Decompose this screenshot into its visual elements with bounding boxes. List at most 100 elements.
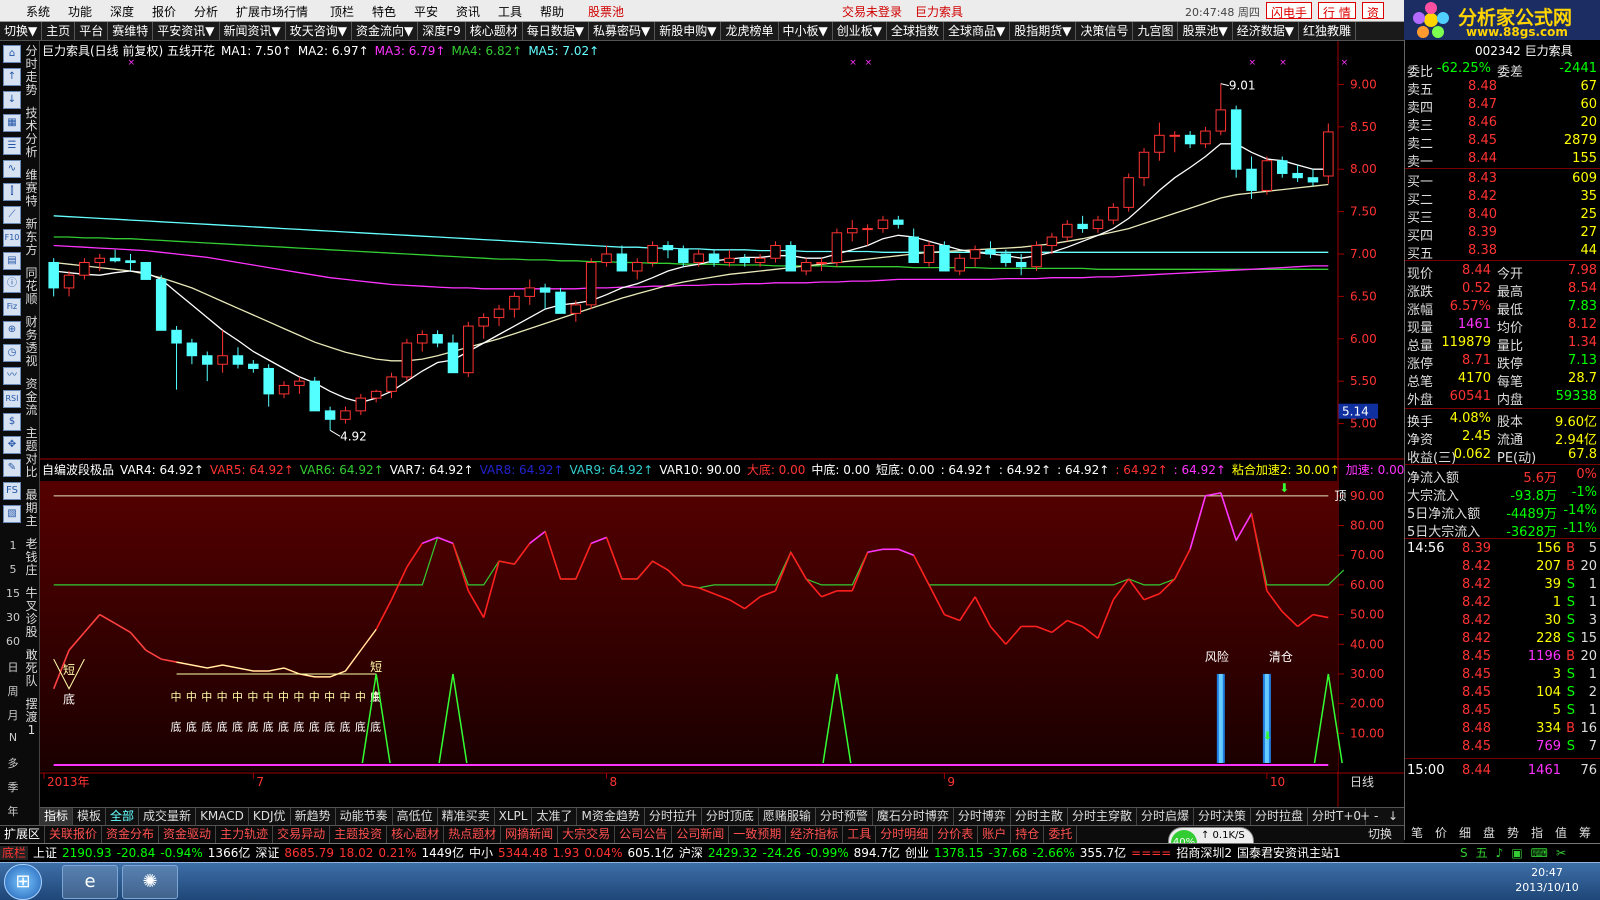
- extension-tab-5[interactable]: 交易异动: [273, 826, 331, 843]
- extension-tab-7[interactable]: 核心题材: [387, 826, 445, 843]
- menu-item-2[interactable]: 深度: [110, 3, 134, 20]
- indicator-tab-22[interactable]: 分时决策: [1194, 808, 1251, 825]
- top-button-0[interactable]: 闪电手: [1266, 2, 1313, 20]
- indicator-tab-10[interactable]: XLPL: [495, 808, 533, 825]
- table-icon[interactable]: ▤: [3, 252, 21, 270]
- rsi-icon[interactable]: RSI: [3, 390, 21, 408]
- candle[interactable]: [939, 241, 950, 272]
- move-icon[interactable]: ✥: [3, 436, 21, 454]
- extension-tab-14[interactable]: 经济指标: [786, 826, 844, 843]
- indicator-tab-9[interactable]: 精准买卖: [438, 808, 495, 825]
- quote-bottom-tab-0[interactable]: 笔: [1411, 824, 1423, 841]
- menu-item-6[interactable]: 顶栏: [330, 3, 354, 20]
- indicator-tab-17[interactable]: 魔石分时博弈: [873, 808, 954, 825]
- login-status[interactable]: 交易未登录: [842, 3, 902, 20]
- extension-tab-4[interactable]: 主力轨迹: [216, 826, 274, 843]
- indicator-tab-20[interactable]: 分时主穿散: [1068, 808, 1137, 825]
- menu-item-0[interactable]: 系统: [26, 3, 50, 20]
- sidebar-tab-4[interactable]: 同花顺: [24, 267, 39, 316]
- period-10[interactable]: 季: [3, 779, 23, 795]
- start-button[interactable]: ⊞: [4, 864, 42, 900]
- toolbar-item-12[interactable]: 新股申购▼: [655, 22, 722, 40]
- ime-tray-icon[interactable]: ⌨: [1531, 846, 1548, 860]
- toolbar-item-18[interactable]: 股指期货▼: [1010, 22, 1077, 40]
- sidebar-tab-8[interactable]: 最期主: [24, 489, 39, 538]
- candle[interactable]: [155, 275, 167, 331]
- indicator-tab-5[interactable]: KDJ优: [249, 808, 291, 825]
- trading-app-icon[interactable]: ✺: [122, 865, 178, 899]
- scroll-button-1[interactable]: -: [1370, 808, 1382, 825]
- toolbar-item-22[interactable]: 经济数据▼: [1233, 22, 1299, 40]
- chart-icon[interactable]: ▧: [3, 505, 21, 523]
- kline-chart[interactable]: 9.008.508.007.507.006.506.005.505.005.14…: [40, 41, 1404, 807]
- home-icon[interactable]: ⌂: [3, 45, 21, 63]
- line-icon[interactable]: ∿: [3, 160, 21, 178]
- period-2[interactable]: 15: [3, 587, 23, 600]
- candle[interactable]: [785, 241, 797, 272]
- indicator-tab-1[interactable]: 模板: [73, 808, 107, 825]
- candle[interactable]: [1261, 156, 1273, 195]
- list-icon[interactable]: ☰: [3, 137, 21, 155]
- extension-tab-10[interactable]: 大宗交易: [558, 826, 616, 843]
- toolbar-item-7[interactable]: 资金流向▼: [352, 22, 419, 40]
- info-icon[interactable]: ⓘ: [3, 275, 21, 293]
- quote-bottom-tab-7[interactable]: 筹: [1579, 824, 1591, 841]
- grid-icon[interactable]: ▦: [3, 114, 21, 132]
- sidebar-tab-11[interactable]: 敢死队: [24, 649, 39, 698]
- menu-item-7[interactable]: 特色: [372, 3, 396, 20]
- candle[interactable]: [401, 338, 413, 382]
- menu-item-11[interactable]: 帮助: [540, 3, 564, 20]
- quote-bottom-tab-6[interactable]: 值: [1555, 824, 1567, 841]
- kline-icon[interactable]: ⫿: [3, 183, 21, 201]
- extension-tab-19[interactable]: 持仓: [1011, 826, 1045, 843]
- period-7[interactable]: 月: [3, 707, 23, 723]
- toolbar-item-17[interactable]: 全球商品▼: [944, 22, 1011, 40]
- indicator-tab-3[interactable]: 成交量新: [139, 808, 197, 825]
- toolbar-item-4[interactable]: 平安资讯▼: [153, 22, 220, 40]
- indicator-tab-8[interactable]: 高低位: [393, 808, 438, 825]
- sidebar-tab-6[interactable]: 资金流: [24, 378, 39, 427]
- s-icon[interactable]: $: [3, 413, 21, 431]
- toolbar-item-2[interactable]: 平台: [75, 22, 109, 40]
- toolbar-item-15[interactable]: 创业板▼: [833, 22, 887, 40]
- candle[interactable]: [585, 258, 597, 310]
- indicator-tab-6[interactable]: 新趋势: [291, 808, 336, 825]
- f10-icon[interactable]: F10: [3, 229, 21, 247]
- toolbar-item-9[interactable]: 核心题材: [466, 22, 523, 40]
- quote-bottom-tab-3[interactable]: 盘: [1483, 824, 1495, 841]
- toolbar-item-5[interactable]: 新闻资讯▼: [220, 22, 286, 40]
- candle[interactable]: [1323, 123, 1334, 184]
- candle[interactable]: [463, 321, 474, 377]
- extension-tab-16[interactable]: 分时明细: [876, 826, 934, 843]
- menu-item-10[interactable]: 工具: [498, 3, 522, 20]
- toolbar-item-13[interactable]: 龙虎榜单: [721, 22, 779, 40]
- pen-icon[interactable]: ✎: [3, 459, 21, 477]
- ime-tray-icon[interactable]: S: [1460, 846, 1468, 860]
- sidebar-tab-10[interactable]: 牛叉诊股: [24, 587, 39, 649]
- toolbar-item-3[interactable]: 赛维特: [108, 22, 154, 40]
- period-8[interactable]: N: [3, 731, 23, 744]
- indicator-tab-18[interactable]: 分时博弈: [954, 808, 1011, 825]
- toolbar-item-23[interactable]: 红独教雕: [1299, 22, 1356, 40]
- toolbar-item-14[interactable]: 中小板▼: [779, 22, 833, 40]
- period-5[interactable]: 日: [3, 659, 23, 675]
- indicator-tab-13[interactable]: 分时拉升: [645, 808, 702, 825]
- extension-tab-13[interactable]: 一致预期: [729, 826, 787, 843]
- candle[interactable]: [831, 228, 843, 267]
- period-11[interactable]: 年: [3, 803, 23, 819]
- period-3[interactable]: 30: [3, 611, 23, 624]
- extension-tab-18[interactable]: 账户: [978, 826, 1012, 843]
- toolbar-item-1[interactable]: 主页: [42, 22, 76, 40]
- toolbar-item-21[interactable]: 股票池▼: [1178, 22, 1233, 40]
- extension-tab-12[interactable]: 公司新闻: [672, 826, 730, 843]
- ime-tray-icon[interactable]: ✂: [1556, 846, 1566, 860]
- indicator-tab-7[interactable]: 动能节奏: [336, 808, 393, 825]
- clock-icon[interactable]: ◷: [3, 344, 21, 362]
- trend-icon[interactable]: ⟋: [3, 206, 21, 224]
- indicator-tab-15[interactable]: 愿赌服输: [759, 808, 816, 825]
- sidebar-tab-3[interactable]: 新东方: [24, 218, 39, 267]
- menu-item-1[interactable]: 功能: [68, 3, 92, 20]
- wave-icon[interactable]: 〰: [3, 367, 21, 385]
- indicator-tab-23[interactable]: 分时拉盘: [1251, 808, 1308, 825]
- candle[interactable]: [923, 241, 935, 267]
